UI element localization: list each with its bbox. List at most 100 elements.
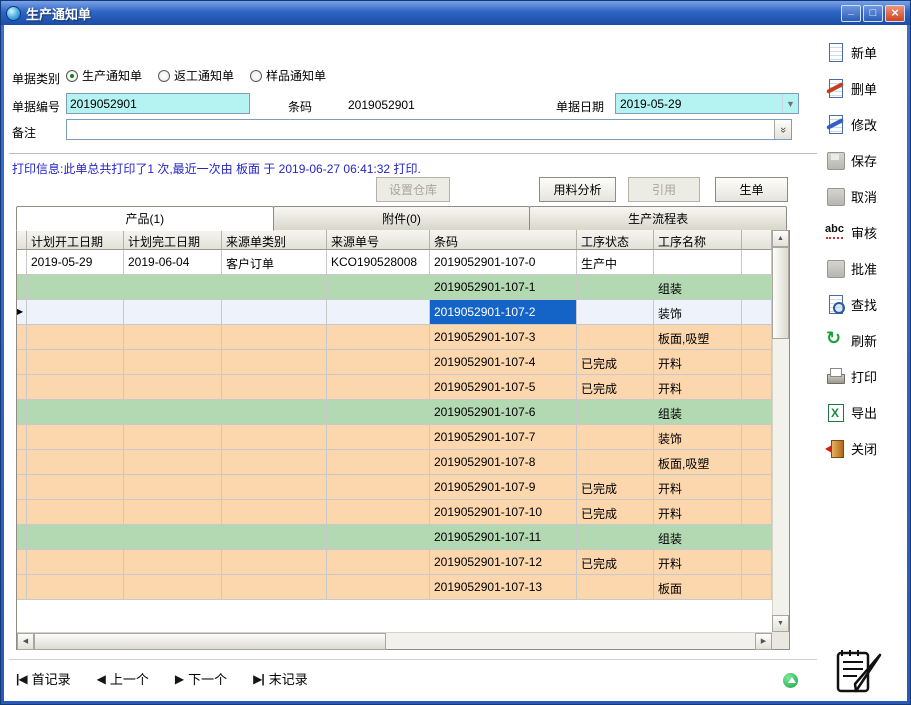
tab[interactable]: 附件(0) xyxy=(273,206,531,231)
scroll-up-icon[interactable] xyxy=(772,230,789,247)
table-cell[interactable]: 2019-06-04 xyxy=(124,250,222,275)
table-cell[interactable] xyxy=(577,400,654,425)
table-cell[interactable] xyxy=(577,525,654,550)
column-header[interactable]: 计划开工日期 xyxy=(27,230,124,250)
table-cell[interactable] xyxy=(27,425,124,450)
table-cell[interactable] xyxy=(327,375,430,400)
horizontal-scrollbar[interactable] xyxy=(17,632,772,649)
table-cell[interactable]: 已完成 xyxy=(577,550,654,575)
table-cell[interactable] xyxy=(124,375,222,400)
table-cell[interactable]: 板面 xyxy=(654,575,742,600)
doc-type-radio-3[interactable]: 样品通知单 xyxy=(250,67,326,84)
vertical-scrollbar[interactable] xyxy=(772,230,789,632)
vertical-scroll-thumb[interactable] xyxy=(772,247,789,339)
table-cell[interactable] xyxy=(577,325,654,350)
table-row[interactable]: 2019052901-107-1组装 xyxy=(17,275,772,300)
table-cell[interactable] xyxy=(327,300,430,325)
table-cell[interactable] xyxy=(577,425,654,450)
table-cell[interactable] xyxy=(222,550,327,575)
table-cell[interactable]: 2019-05-29 xyxy=(27,250,124,275)
table-cell[interactable]: 2019052901-107-7 xyxy=(430,425,577,450)
nav-prev-record[interactable]: 上一个 xyxy=(97,669,149,688)
table-cell[interactable] xyxy=(222,275,327,300)
table-cell[interactable]: 生产中 xyxy=(577,250,654,275)
table-cell[interactable] xyxy=(124,500,222,525)
column-header[interactable]: 工序名称 xyxy=(654,230,742,250)
nav-last-record[interactable]: 末记录 xyxy=(253,669,308,688)
sidebar-item[interactable]: 关闭 xyxy=(825,436,911,460)
table-cell[interactable] xyxy=(124,300,222,325)
table-cell[interactable]: 2019052901-107-13 xyxy=(430,575,577,600)
table-cell[interactable]: 客户订单 xyxy=(222,250,327,275)
scroll-left-icon[interactable] xyxy=(17,633,34,650)
table-cell[interactable] xyxy=(124,400,222,425)
table-cell[interactable]: 开料 xyxy=(654,375,742,400)
table-cell[interactable] xyxy=(27,400,124,425)
doc-date-combo[interactable]: 2019-05-29 ▼ xyxy=(615,93,799,114)
double-chevron-down-icon[interactable] xyxy=(774,120,791,139)
sidebar-item[interactable]: 取消 xyxy=(825,184,911,208)
table-cell[interactable] xyxy=(327,475,430,500)
table-cell[interactable] xyxy=(327,575,430,600)
table-row[interactable]: 2019052901-107-3 板面,吸塑 xyxy=(17,325,772,350)
table-cell[interactable]: 2019052901-107-8 xyxy=(430,450,577,475)
table-cell[interactable]: 2019052901-107-4 xyxy=(430,350,577,375)
table-cell[interactable]: 2019052901-107-1 xyxy=(430,275,577,300)
table-cell[interactable] xyxy=(577,450,654,475)
action-button[interactable]: 引用 xyxy=(628,177,700,202)
table-cell[interactable] xyxy=(222,400,327,425)
column-header[interactable]: 计划完工日期 xyxy=(124,230,222,250)
action-button[interactable]: 生单 xyxy=(715,177,788,202)
sidebar-item[interactable]: 导出 xyxy=(825,400,911,424)
table-cell[interactable] xyxy=(124,525,222,550)
table-row[interactable]: 2019-05-292019-06-04客户订单KCO1905280082019… xyxy=(17,250,772,275)
sidebar-item[interactable]: 审核 xyxy=(825,220,911,244)
table-row[interactable]: 2019052901-107-6组装 xyxy=(17,400,772,425)
table-cell[interactable] xyxy=(222,475,327,500)
table-cell[interactable] xyxy=(124,325,222,350)
table-cell[interactable] xyxy=(124,575,222,600)
table-cell[interactable] xyxy=(222,425,327,450)
table-cell[interactable] xyxy=(27,575,124,600)
table-cell[interactable]: 2019052901-107-5 xyxy=(430,375,577,400)
column-header[interactable]: 来源单类别 xyxy=(222,230,327,250)
table-cell[interactable]: 已完成 xyxy=(577,475,654,500)
table-cell[interactable]: KCO190528008 xyxy=(327,250,430,275)
table-cell[interactable] xyxy=(327,325,430,350)
table-cell[interactable]: 已完成 xyxy=(577,500,654,525)
table-cell[interactable] xyxy=(27,475,124,500)
table-cell[interactable]: 2019052901-107-3 xyxy=(430,325,577,350)
table-cell[interactable] xyxy=(327,450,430,475)
table-row[interactable]: 2019052901-107-8 板面,吸塑 xyxy=(17,450,772,475)
table-cell[interactable] xyxy=(124,425,222,450)
table-row[interactable]: 2019052901-107-12已完成开料 xyxy=(17,550,772,575)
table-cell[interactable] xyxy=(124,550,222,575)
table-cell[interactable]: 板面,吸塑 xyxy=(654,325,742,350)
table-cell[interactable]: 2019052901-107-11 xyxy=(430,525,577,550)
table-cell[interactable] xyxy=(222,350,327,375)
table-row[interactable]: 2019052901-107-11 组装 xyxy=(17,525,772,550)
table-cell[interactable]: 板面,吸塑 xyxy=(654,450,742,475)
maximize-button[interactable] xyxy=(863,5,883,22)
table-cell[interactable]: 2019052901-107-12 xyxy=(430,550,577,575)
table-cell[interactable] xyxy=(327,550,430,575)
table-cell[interactable] xyxy=(577,575,654,600)
table-cell[interactable] xyxy=(27,300,124,325)
table-cell[interactable]: 2019052901-107-0 xyxy=(430,250,577,275)
table-cell[interactable] xyxy=(27,375,124,400)
table-cell[interactable] xyxy=(27,500,124,525)
close-button[interactable] xyxy=(885,5,905,22)
sidebar-item[interactable]: 打印 xyxy=(825,364,911,388)
table-cell[interactable] xyxy=(327,425,430,450)
scroll-down-icon[interactable] xyxy=(772,615,789,632)
table-cell[interactable] xyxy=(327,500,430,525)
sidebar-item[interactable]: 刷新 xyxy=(825,328,911,352)
table-cell[interactable]: 组装 xyxy=(654,525,742,550)
horizontal-scroll-thumb[interactable] xyxy=(34,633,386,650)
table-cell[interactable] xyxy=(222,375,327,400)
table-cell[interactable] xyxy=(27,325,124,350)
table-cell[interactable]: 装饰 xyxy=(654,300,742,325)
action-button[interactable]: 设置仓库 xyxy=(376,177,450,202)
table-row[interactable]: 2019052901-107-10已完成开料 xyxy=(17,500,772,525)
action-button[interactable]: 用料分析 xyxy=(539,177,616,202)
